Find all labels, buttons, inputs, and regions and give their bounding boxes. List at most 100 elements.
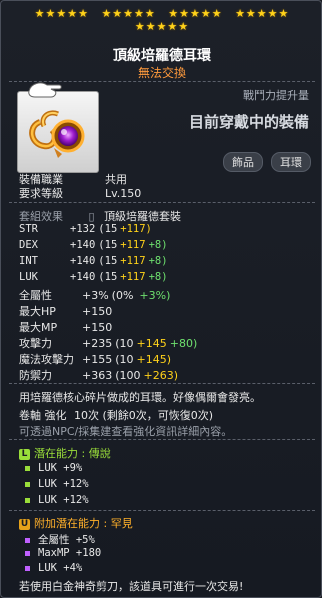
stat-bonus-flame: +8) [148, 239, 168, 251]
bullet-icon [25, 497, 30, 503]
stat-name: 最大HP [19, 305, 56, 318]
stat-base: (0% [111, 289, 134, 302]
set-effect-label: 套組效果 [19, 210, 63, 223]
bullet-icon [25, 537, 30, 543]
stat-row: INT +140 (15 +117 +8) [19, 255, 171, 267]
stat-name: INT [19, 255, 38, 267]
potential-line: LUK +12% [25, 478, 89, 490]
stat-name: 防禦力 [19, 369, 52, 382]
stat-total: +235 [82, 337, 113, 350]
unique-badge-icon: U [19, 518, 30, 530]
stat-total: +150 [82, 321, 113, 334]
additional-potential-line: 全屬性 +5% [25, 532, 95, 547]
scroll-hint: 可透過NPC/採集建查看強化資訊詳細內容。 [19, 425, 233, 438]
stat-row: LUK +140 (15 +117 +8) [19, 271, 171, 283]
stat-name: LUK [19, 271, 38, 283]
stat-row: 防禦力 +363 (100 +263) [19, 367, 184, 383]
divider [9, 510, 315, 511]
stat-total: +132 [70, 223, 96, 235]
scroll-label: 卷軸 強化 [19, 409, 67, 422]
category-tag-accessory: 飾品 [223, 152, 263, 172]
potential-line: LUK +12% [25, 494, 89, 506]
stat-total: +3% [82, 289, 109, 302]
level-label: 要求等級 [19, 187, 63, 200]
star-group: ★★★★★ [34, 7, 89, 20]
stat-bonus-enhance: +263) [143, 369, 179, 382]
star-force-row: ★★★★★ ★★★★★ ★★★★★ ★★★★★ ★★★★★ [1, 7, 322, 33]
divider [9, 383, 315, 384]
stat-row: 最大MP +150 [19, 319, 124, 335]
scissors-notice: 若使用白金神奇剪刀，該道具可進行一次交易! [19, 580, 244, 593]
stat-name: 最大MP [19, 321, 58, 334]
stat-name: DEX [19, 239, 38, 251]
stat-bonus-enhance: +145) [136, 353, 172, 366]
stat-name: 攻擊力 [19, 337, 52, 350]
bullet-icon [25, 481, 30, 487]
stat-base: (15 [98, 223, 118, 235]
hand-pointer-icon [28, 82, 62, 98]
stat-total: +363 [82, 369, 113, 382]
stat-total: +150 [82, 305, 113, 318]
star-group: ★★★★★ [168, 7, 223, 20]
stat-bonus-flame: +80) [169, 337, 198, 350]
earring-icon [29, 110, 85, 158]
stat-base: (15 [98, 271, 118, 283]
star-group: ★★★★★ [235, 7, 290, 20]
stat-row: 攻擊力 +235 (10 +145 +80) [19, 335, 200, 351]
scroll-row: 卷軸 強化 10次 (剩餘0次，可恢復0次) [19, 407, 213, 423]
scroll-value: 10次 (剩餘0次，可恢復0次) [74, 409, 214, 422]
level-requirement-row: 要求等級 Lv.150 [19, 185, 141, 201]
stat-bonus-flame: +3%) [139, 289, 171, 302]
stat-bonus-flame: +8) [148, 255, 168, 267]
set-effect-row[interactable]: 套組效果 ▯ 頂級培羅德套裝 [19, 208, 181, 224]
stat-bonus-enhance: +145 [136, 337, 167, 350]
stat-row: STR +132 (15 +117) [19, 223, 158, 235]
stat-base: (15 [98, 239, 118, 251]
potential-title: 潛在能力 : 傳說 [34, 447, 111, 460]
stat-base: (15 [98, 255, 118, 267]
stat-name: 魔法攻擊力 [19, 353, 74, 366]
stat-base: (10 [115, 337, 134, 350]
stat-bonus-flame: +8) [148, 271, 168, 283]
additional-potential-header: U 附加潛在能力 : 罕見 [19, 515, 133, 531]
potential-line: LUK +9% [25, 462, 82, 474]
stat-base: (100 [115, 369, 141, 382]
star-group: ★★★★★ [134, 20, 190, 33]
bullet-icon [25, 550, 30, 556]
bullet-icon [25, 565, 30, 571]
legendary-badge-icon: L [19, 448, 30, 460]
divider [9, 202, 315, 203]
stat-row: 最大HP +150 [19, 303, 124, 319]
stat-bonus-enhance: +117 [120, 271, 146, 283]
stat-bonus-enhance: +117 [120, 239, 146, 251]
currently-equipped-label: 目前穿戴中的裝備 [188, 113, 309, 131]
item-icon-frame [17, 91, 99, 173]
potential-header: L 潛在能力 : 傳說 [19, 445, 111, 461]
divider [9, 439, 315, 440]
stat-bonus-enhance: +117) [120, 223, 152, 235]
stat-name: STR [19, 223, 38, 235]
bullet-icon [25, 465, 30, 471]
stat-total: +155 [82, 353, 113, 366]
stat-name: 全屬性 [19, 289, 52, 302]
stat-base: (10 [115, 353, 134, 366]
item-description: 用培羅德核心碎片做成的耳環。好像偶爾會發亮。 [19, 391, 261, 404]
power-increase-label: 戰鬥力提升量 [243, 89, 309, 102]
stat-bonus-enhance: +117 [120, 255, 146, 267]
stat-row: 魔法攻擊力 +155 (10 +145) [19, 351, 177, 367]
stat-total: +140 [70, 271, 96, 283]
category-tag-earring: 耳環 [271, 152, 311, 172]
star-group: ★★★★★ [101, 7, 156, 20]
stat-total: +140 [70, 255, 96, 267]
stat-row: 全屬性 +3% (0% +3%) [19, 287, 173, 303]
additional-potential-line: MaxMP +180 [25, 547, 101, 559]
item-title: 頂級培羅德耳環 [113, 48, 211, 64]
item-tooltip: ★★★★★ ★★★★★ ★★★★★ ★★★★★ ★★★★★ 頂級培羅德耳環 無法… [0, 0, 322, 598]
stat-total: +140 [70, 239, 96, 251]
set-effect-value: 頂級培羅德套裝 [104, 210, 182, 223]
stat-row: DEX +140 (15 +117 +8) [19, 239, 171, 251]
additional-potential-line: LUK +4% [25, 562, 82, 574]
lock-icon: ▯ [88, 210, 95, 223]
additional-potential-title: 附加潛在能力 : 罕見 [34, 517, 133, 530]
level-value: Lv.150 [105, 187, 142, 200]
